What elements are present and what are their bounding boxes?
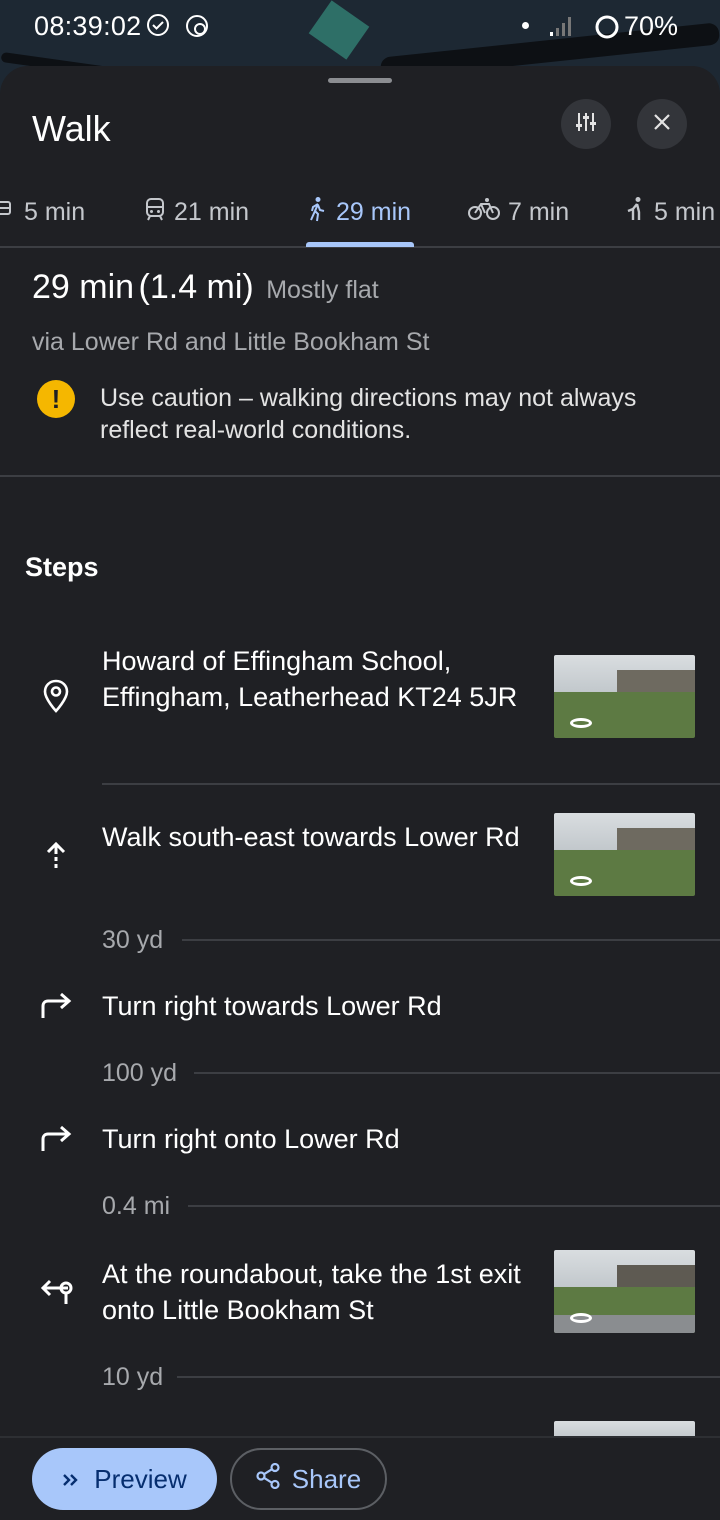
step-text: Turn right towards Lower Rd [102,991,442,1021]
share-label: Share [291,1463,362,1494]
step-text: Walk south-east towards Lower Rd [102,822,520,852]
place-pin-icon [36,676,76,716]
close-icon [652,112,672,137]
preview-label: Preview [94,1463,187,1494]
share-button[interactable]: Share [230,1448,387,1510]
turn-right-icon [36,1119,76,1159]
tab-transit-label: 21 min [174,197,250,226]
double-chevron-icon [62,1464,80,1495]
notification-dot-icon [522,22,529,29]
divider [194,1072,720,1074]
step-distance: 10 yd [102,1363,164,1391]
panorama-icon [570,718,592,728]
directions-sheet: Walk 5 min 21 min 29 min 7 min 5 min 29 … [0,66,720,1520]
walk-icon [306,196,328,229]
sheet-drag-handle[interactable] [328,78,392,83]
battery-icon [594,14,620,45]
divider [177,1376,720,1378]
route-distance: (1.4 mi) [138,268,254,306]
tab-transit[interactable]: 21 min [144,188,249,236]
street-view-thumbnail[interactable] [554,1250,695,1333]
step-distance: 30 yd [102,926,164,954]
check-circle-icon [146,13,170,42]
divider [188,1205,720,1207]
bike-icon [468,197,500,228]
step-text: Turn right onto Lower Rd [102,1124,400,1154]
close-button[interactable] [637,99,687,149]
ride-icon [624,196,646,229]
battery-level: 70% [623,11,678,41]
tab-drive-label: 5 min [24,197,86,226]
tab-bike-label: 7 min [508,197,570,226]
action-bar: Preview Share [0,1436,720,1520]
panorama-icon [570,876,592,886]
route-options-button[interactable] [561,99,611,149]
signal-icon [548,14,572,43]
preview-button[interactable]: Preview [32,1448,217,1510]
tune-icon [574,110,598,139]
route-summary: 29 min (1.4 mi) Mostly flat [32,268,379,307]
route-terrain: Mostly flat [266,276,379,304]
step-distance: 100 yd [102,1059,178,1087]
street-view-thumbnail[interactable] [554,655,695,738]
roundabout-icon [36,1271,76,1311]
turn-right-icon [36,986,76,1026]
travel-mode-tabs: 5 min 21 min 29 min 7 min 5 min [0,178,720,248]
tab-drive[interactable]: 5 min [0,188,85,236]
panorama-icon [570,1313,592,1323]
step-text: At the roundabout, take the 1st exit ont… [102,1259,521,1325]
notification-icon [184,13,210,44]
street-view-thumbnail[interactable] [554,813,695,896]
arrow-up-icon [36,835,76,875]
tab-walk-label: 29 min [336,197,412,226]
divider [182,939,720,941]
active-tab-indicator [306,242,414,247]
tab-bike[interactable]: 7 min [468,188,569,236]
tab-walk[interactable]: 29 min [306,188,411,236]
route-duration: 29 min [32,268,135,306]
transit-icon [144,197,166,228]
tab-ride-label: 5 min [654,197,716,226]
steps-heading: Steps [25,552,99,582]
sheet-title: Walk [32,108,111,149]
status-time: 08:39:02 [34,11,142,41]
step-text: Howard of Effingham School, Effingham, L… [102,646,518,712]
step-distance: 0.4 mi [102,1192,171,1220]
status-bar: 08:39:02 70% [0,0,720,54]
share-icon [256,1462,280,1496]
warning-icon: ! [37,380,75,418]
caution-message: Use caution – walking directions may not… [100,384,637,444]
route-via: via Lower Rd and Little Bookham St [32,328,430,356]
tab-ride[interactable]: 5 min [624,188,715,236]
divider [0,475,720,477]
car-icon [0,198,16,227]
divider [102,783,720,785]
